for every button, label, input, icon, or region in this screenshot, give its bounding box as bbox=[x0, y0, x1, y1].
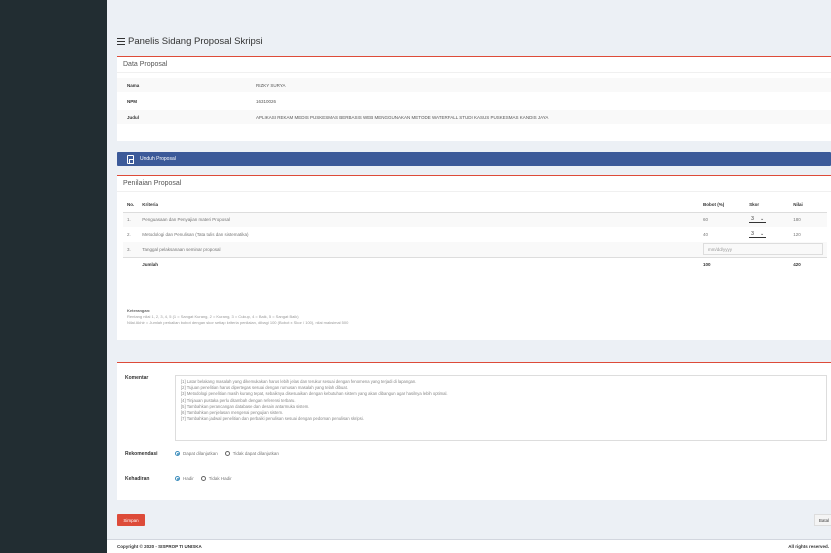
penilaian-box: Penilaian Proposal No. Kriteria Bobot (%… bbox=[117, 175, 831, 340]
komentar-line: [7] Tambahkan jadwal penelitian dan perb… bbox=[181, 416, 364, 422]
sidebar bbox=[0, 0, 107, 553]
cell-kriteria: Metodologi dan Penulisan (Tata tulis dan… bbox=[142, 232, 249, 237]
keterangan: Keterangan: Rentang nilai 1, 2, 3, 4, 5 … bbox=[127, 308, 827, 326]
download-proposal-button[interactable]: Unduh Proposal bbox=[117, 152, 831, 166]
cell-no: 3. bbox=[123, 242, 139, 257]
value-judul: APLIKASI REKAM MEDIS PUSKESMAS BERBASIS … bbox=[256, 114, 549, 120]
download-proposal-label: Unduh Proposal bbox=[140, 156, 176, 162]
skor-value: 3 bbox=[751, 231, 754, 237]
footer: Copyright © 2020 - SISPROP TI UNISKA All… bbox=[107, 539, 831, 553]
cancel-button[interactable]: Batal bbox=[814, 514, 831, 526]
kehadiran-option-2: Tidak Hadir bbox=[208, 476, 232, 481]
cell-kriteria: Tanggal pelaksanaan seminar proposal bbox=[138, 242, 699, 257]
keterangan-line1: Rentang nilai 1, 2, 3, 4, 5 (1 = Sangat … bbox=[127, 314, 299, 319]
save-button[interactable]: Simpan bbox=[117, 514, 145, 526]
chevron-down-icon: ⌄ bbox=[759, 216, 765, 223]
rekomendasi-label: Rekomendasi bbox=[125, 451, 158, 457]
page-title-text: Panelis Sidang Proposal Skripsi bbox=[128, 36, 263, 47]
skor-select[interactable]: 3 ⌄ bbox=[749, 216, 767, 224]
cell-date: mm/dd/yyyy bbox=[699, 242, 827, 257]
keterangan-line2: Nilai Akhir = Jumlah perkalian bobot den… bbox=[127, 320, 349, 325]
kehadiran-radio-2[interactable] bbox=[200, 476, 206, 481]
row-npm: NPM 16310026 bbox=[117, 94, 831, 108]
total-label: Jumlah bbox=[138, 256, 699, 272]
penilaian-table: No. Kriteria Bobot (%) Skor Nilai 1. Pen… bbox=[123, 198, 827, 272]
total-bobot: 100 bbox=[699, 256, 746, 272]
cell-nilai: 120 bbox=[793, 232, 801, 237]
cell-kriteria: Penguasaan dan Penyajian materi Proposal bbox=[138, 212, 699, 227]
table-row: 1. Penguasaan dan Penyajian materi Propo… bbox=[123, 212, 827, 227]
table-row: 2. Metodologi dan Penulisan (Tata tulis … bbox=[123, 227, 827, 242]
label-judul: Judul bbox=[127, 114, 139, 120]
rekomendasi-group: Dapat dilanjutkan Tidak dapat dilanjutka… bbox=[175, 451, 279, 456]
th-kriteria: Kriteria bbox=[138, 198, 699, 213]
th-bobot: Bobot (%) bbox=[699, 198, 746, 213]
cell-nilai: 180 bbox=[789, 212, 827, 227]
cell-bobot: 40 bbox=[703, 232, 709, 237]
cell-no: 1. bbox=[123, 212, 139, 227]
th-no: No. bbox=[123, 198, 139, 213]
kehadiran-group: Hadir Tidak Hadir bbox=[175, 476, 232, 481]
date-input[interactable]: mm/dd/yyyy bbox=[703, 243, 823, 256]
kehadiran-radio-1[interactable] bbox=[175, 476, 180, 481]
cell-skor: 3 ⌄ bbox=[745, 212, 790, 227]
footer-rights: All rights reserved. bbox=[788, 544, 829, 549]
rekomendasi-option-2: Tidak dapat dilanjutkan bbox=[232, 451, 279, 456]
komentar-textarea[interactable]: [1] Latar belakang masalah yang dikemuka… bbox=[175, 375, 827, 441]
skor-value: 3 bbox=[751, 216, 754, 223]
chevron-down-icon: ⌄ bbox=[759, 231, 765, 237]
page-title: Panelis Sidang Proposal Skripsi bbox=[117, 36, 263, 47]
value-nama: RIZKY SURYA bbox=[256, 82, 286, 88]
total-nilai: 420 bbox=[789, 256, 827, 272]
rekomendasi-radio-1[interactable] bbox=[175, 451, 180, 456]
row-nama: Nama RIZKY SURYA bbox=[117, 78, 831, 92]
table-row: 3. Tanggal pelaksanaan seminar proposal … bbox=[123, 242, 827, 257]
rekomendasi-option-1: Dapat dilanjutkan bbox=[183, 451, 218, 456]
value-npm: 16310026 bbox=[256, 98, 277, 104]
skor-select[interactable]: 3 ⌄ bbox=[749, 231, 767, 238]
komentar-box: Komentar [1] Latar belakang masalah yang… bbox=[117, 362, 831, 500]
kehadiran-option-1: Hadir bbox=[183, 476, 194, 481]
komentar-label: Komentar bbox=[125, 375, 149, 381]
total-row: Jumlah 100 420 bbox=[123, 256, 827, 272]
footer-copyright: Copyright © 2020 - SISPROP TI UNISKA bbox=[117, 544, 202, 549]
cell-bobot: 60 bbox=[699, 212, 746, 227]
th-skor: Skor bbox=[745, 198, 790, 213]
cell-no: 2. bbox=[127, 232, 131, 237]
kehadiran-label: Kehadiran bbox=[125, 476, 150, 482]
menu-icon[interactable] bbox=[117, 38, 125, 45]
box-title: Data Proposal bbox=[117, 57, 831, 73]
label-npm: NPM bbox=[127, 98, 137, 104]
data-proposal-box: Data Proposal Nama RIZKY SURYA NPM 16310… bbox=[117, 56, 831, 141]
main-content: Panelis Sidang Proposal Skripsi Data Pro… bbox=[107, 0, 831, 553]
rekomendasi-radio-2[interactable] bbox=[224, 451, 230, 456]
file-pdf-icon bbox=[127, 154, 134, 164]
cell-skor: 3 ⌄ bbox=[745, 227, 789, 242]
box-title: Penilaian Proposal bbox=[117, 176, 831, 192]
label-nama: Nama bbox=[127, 82, 140, 88]
row-judul: Judul APLIKASI REKAM MEDIS PUSKESMAS BER… bbox=[117, 110, 831, 124]
th-nilai: Nilai bbox=[789, 198, 827, 213]
